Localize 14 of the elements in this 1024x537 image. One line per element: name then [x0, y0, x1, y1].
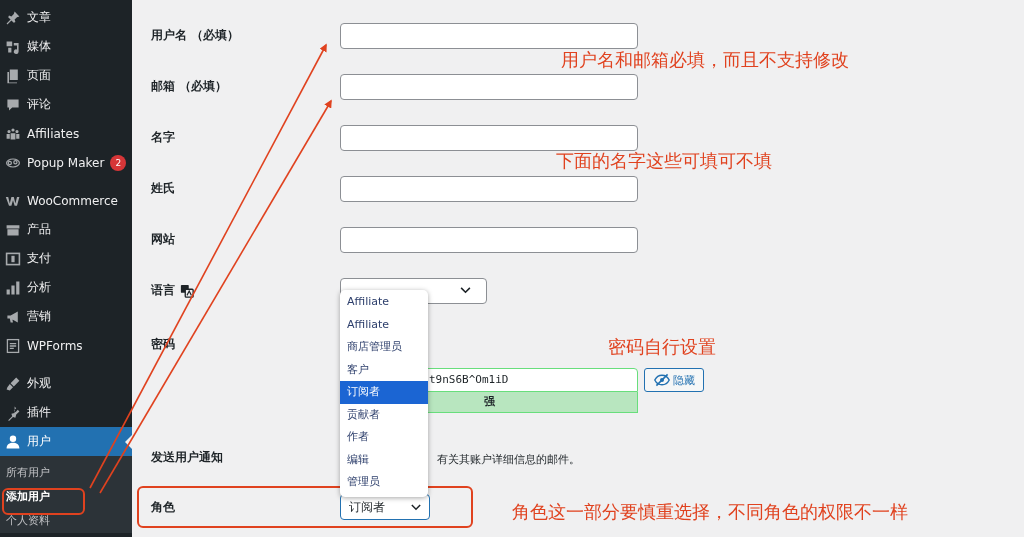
field-label: 语言	[151, 282, 175, 299]
field-label: 名字	[151, 129, 175, 146]
notification-text: 有关其账户详细信息的邮件。	[437, 451, 580, 467]
annotation-text: 用户名和邮箱必填，而且不支持修改	[561, 48, 849, 72]
field-label: 用户名 （必填）	[151, 27, 240, 44]
field-label: 邮箱 （必填）	[151, 78, 228, 95]
annotation-text: 角色这一部分要慎重选择，不同角色的权限不一样	[512, 500, 908, 524]
field-label: 角色	[151, 498, 175, 516]
field-label: 姓氏	[151, 180, 175, 197]
field-label: 发送用户通知	[151, 448, 223, 466]
notification-badge: 2	[110, 154, 127, 171]
annotation-text: 下面的名字这些可填可不填	[556, 149, 772, 173]
field-label: 网站	[151, 231, 175, 248]
annotation-text: 密码自行设置	[608, 335, 716, 359]
